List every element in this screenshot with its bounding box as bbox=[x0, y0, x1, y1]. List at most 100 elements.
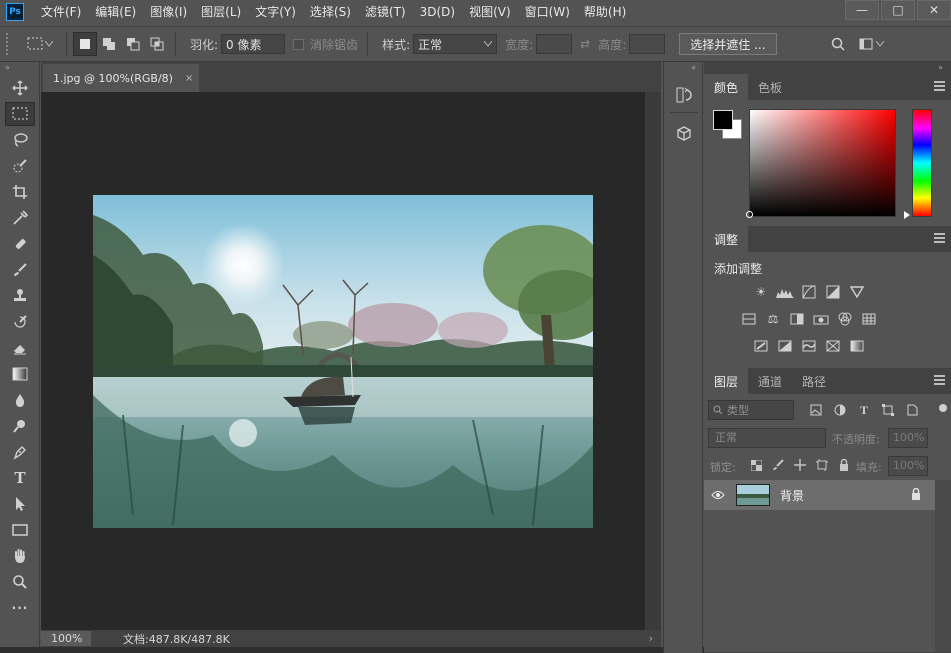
rect-marquee-tool[interactable] bbox=[5, 102, 35, 126]
lock-artboard-icon[interactable] bbox=[814, 457, 830, 473]
lock-pixels-icon[interactable] bbox=[770, 457, 786, 473]
collapse-arrows-icon[interactable]: » bbox=[704, 62, 951, 74]
subtract-selection-button[interactable] bbox=[121, 32, 145, 56]
gradient-map-icon[interactable] bbox=[848, 338, 866, 354]
chevron-right-icon[interactable]: › bbox=[649, 632, 653, 645]
hue-slider-marker[interactable] bbox=[904, 211, 910, 219]
menu-type[interactable]: 文字(Y) bbox=[248, 0, 303, 24]
color-field-marker[interactable] bbox=[746, 211, 753, 218]
hand-tool[interactable] bbox=[5, 544, 35, 568]
edit-toolbar-button[interactable]: ··· bbox=[5, 596, 35, 620]
zoom-tool[interactable] bbox=[5, 570, 35, 594]
lock-all-icon[interactable] bbox=[836, 457, 852, 473]
collapse-arrows-icon[interactable]: « bbox=[664, 62, 702, 74]
gradient-tool[interactable] bbox=[5, 362, 35, 386]
menu-select[interactable]: 选择(S) bbox=[303, 0, 358, 24]
type-filter-icon[interactable]: T bbox=[856, 402, 872, 418]
color-field[interactable] bbox=[749, 109, 896, 217]
fill-input[interactable]: 100% bbox=[888, 456, 928, 476]
menu-help[interactable]: 帮助(H) bbox=[577, 0, 633, 24]
feather-input[interactable]: 0 像素 bbox=[221, 34, 286, 54]
rectangle-tool[interactable] bbox=[5, 518, 35, 542]
tab-layers[interactable]: 图层 bbox=[704, 368, 749, 394]
canvas-vertical-scrollbar[interactable] bbox=[645, 92, 661, 630]
invert-icon[interactable] bbox=[752, 338, 770, 354]
lock-icon[interactable] bbox=[911, 487, 921, 503]
layer-name[interactable]: 背景 bbox=[780, 487, 804, 504]
3d-panel-button[interactable] bbox=[670, 121, 698, 147]
eye-icon[interactable] bbox=[704, 490, 732, 500]
menu-filter[interactable]: 滤镜(T) bbox=[358, 0, 413, 24]
selective-color-icon[interactable] bbox=[824, 338, 842, 354]
channel-mixer-icon[interactable] bbox=[836, 311, 854, 327]
hue-slider[interactable] bbox=[912, 109, 932, 217]
panel-menu-icon[interactable] bbox=[934, 375, 945, 385]
filter-toggle[interactable] bbox=[939, 404, 947, 412]
type-tool[interactable]: T bbox=[5, 466, 35, 490]
curves-icon[interactable] bbox=[800, 284, 818, 300]
tab-swatches[interactable]: 色板 bbox=[748, 74, 792, 100]
options-grip[interactable] bbox=[6, 33, 12, 55]
new-selection-button[interactable] bbox=[73, 32, 97, 56]
crop-tool[interactable] bbox=[5, 180, 35, 204]
quick-select-tool[interactable] bbox=[5, 154, 35, 178]
marquee-preset-picker[interactable] bbox=[20, 32, 60, 56]
blend-mode-select[interactable]: 正常 bbox=[708, 428, 826, 448]
posterize-icon[interactable] bbox=[776, 338, 794, 354]
layer-row[interactable]: 背景 bbox=[704, 480, 935, 510]
style-select[interactable]: 正常 bbox=[413, 34, 498, 54]
swap-size-icon[interactable]: ⇄ bbox=[580, 32, 590, 56]
vibrance-icon[interactable] bbox=[848, 284, 866, 300]
foreground-color-swatch[interactable] bbox=[713, 110, 733, 130]
restore-button[interactable]: □ bbox=[881, 0, 915, 20]
history-panel-button[interactable] bbox=[670, 82, 698, 108]
black-white-icon[interactable] bbox=[788, 311, 806, 327]
menu-layer[interactable]: 图层(L) bbox=[194, 0, 248, 24]
document-tab[interactable]: 1.jpg @ 100%(RGB/8) × bbox=[43, 64, 199, 92]
panel-menu-icon[interactable] bbox=[934, 233, 945, 243]
hue-saturation-icon[interactable] bbox=[740, 311, 758, 327]
zoom-level[interactable]: 100% bbox=[41, 631, 91, 646]
path-select-tool[interactable] bbox=[5, 492, 35, 516]
antialias-checkbox[interactable] bbox=[293, 38, 305, 50]
history-brush-tool[interactable] bbox=[5, 310, 35, 334]
menu-view[interactable]: 视图(V) bbox=[462, 0, 518, 24]
menu-image[interactable]: 图像(I) bbox=[143, 0, 194, 24]
tab-paths[interactable]: 路径 bbox=[792, 368, 836, 394]
menu-window[interactable]: 窗口(W) bbox=[518, 0, 577, 24]
move-tool[interactable] bbox=[5, 76, 35, 100]
close-tab-icon[interactable]: × bbox=[185, 73, 193, 84]
canvas-area[interactable] bbox=[41, 92, 645, 630]
menu-edit[interactable]: 编辑(E) bbox=[88, 0, 143, 24]
shape-filter-icon[interactable] bbox=[880, 402, 896, 418]
brightness-icon[interactable]: ☀ bbox=[752, 284, 770, 300]
lasso-tool[interactable] bbox=[5, 128, 35, 152]
blur-tool[interactable] bbox=[5, 388, 35, 412]
pen-tool[interactable] bbox=[5, 440, 35, 464]
brush-tool[interactable] bbox=[5, 258, 35, 282]
minimize-button[interactable]: — bbox=[845, 0, 879, 20]
opacity-input[interactable]: 100% bbox=[888, 428, 928, 448]
select-and-mask-button[interactable]: 选择并遮住 ... bbox=[679, 33, 777, 55]
adjustment-filter-icon[interactable] bbox=[832, 402, 848, 418]
dodge-tool[interactable] bbox=[5, 414, 35, 438]
width-input[interactable] bbox=[536, 34, 573, 54]
lock-transparency-icon[interactable] bbox=[748, 457, 764, 473]
layers-scrollbar[interactable] bbox=[935, 480, 951, 653]
tab-adjustments[interactable]: 调整 bbox=[704, 226, 749, 252]
panel-menu-icon[interactable] bbox=[934, 81, 945, 91]
menu-file[interactable]: 文件(F) bbox=[34, 0, 88, 24]
smart-object-filter-icon[interactable] bbox=[904, 402, 920, 418]
tab-channels[interactable]: 通道 bbox=[748, 368, 792, 394]
lock-position-icon[interactable] bbox=[792, 457, 808, 473]
healing-brush-tool[interactable] bbox=[5, 232, 35, 256]
layer-filter-select[interactable]: 类型 bbox=[708, 400, 794, 420]
photo-filter-icon[interactable] bbox=[812, 311, 830, 327]
menu-3d[interactable]: 3D(D) bbox=[413, 0, 462, 24]
threshold-icon[interactable] bbox=[800, 338, 818, 354]
exposure-icon[interactable] bbox=[824, 284, 842, 300]
add-selection-button[interactable] bbox=[97, 32, 121, 56]
eyedropper-tool[interactable] bbox=[5, 206, 35, 230]
pixel-filter-icon[interactable] bbox=[808, 402, 824, 418]
search-button[interactable] bbox=[827, 32, 849, 56]
